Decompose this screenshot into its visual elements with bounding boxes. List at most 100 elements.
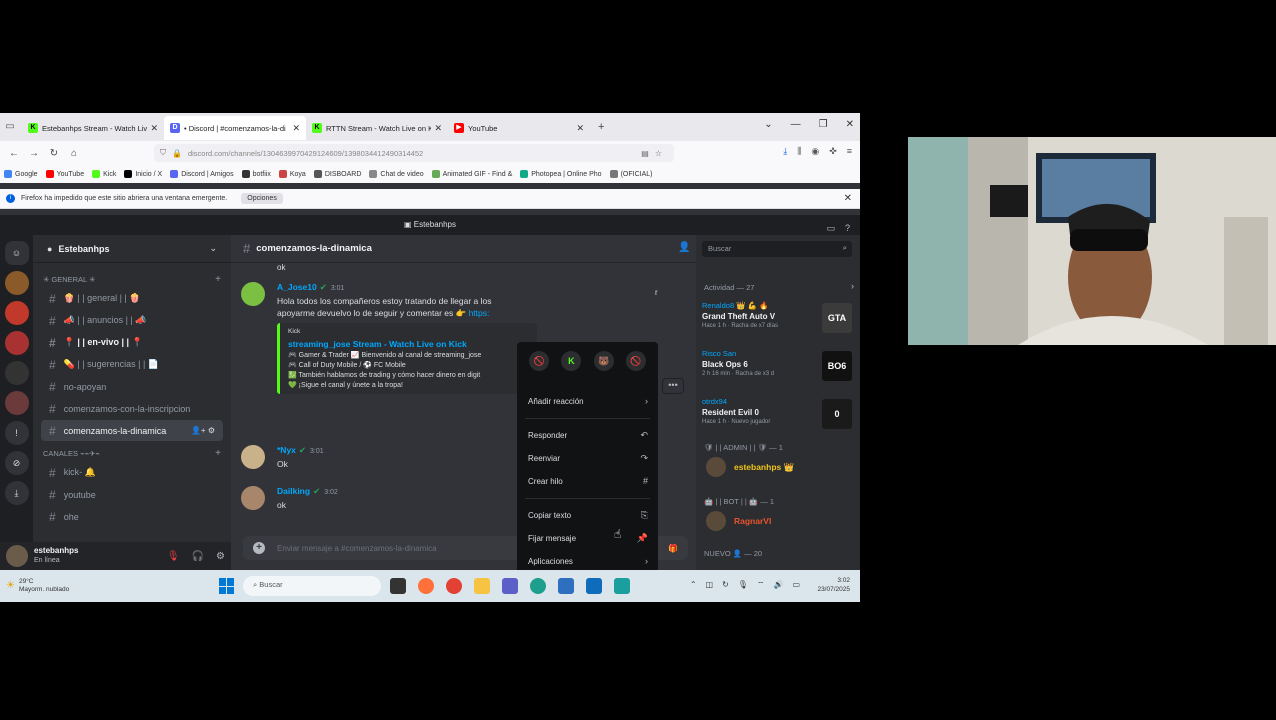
category-general[interactable]: ✳ GENERAL ✳ + [33, 271, 231, 287]
new-tab-button[interactable]: + [598, 121, 604, 133]
server-icon[interactable] [4, 301, 29, 325]
server-icon[interactable] [4, 361, 29, 385]
context-menu-item[interactable]: Copiar texto ⎘ [528, 510, 648, 521]
bookmark-item[interactable]: Chat de video [369, 170, 424, 178]
channel-item[interactable]: # ohe [41, 506, 223, 527]
calculator-icon[interactable] [614, 578, 630, 594]
bookmark-item[interactable]: Google [4, 170, 38, 178]
add-attachment-icon[interactable]: + [253, 542, 265, 554]
channel-item[interactable]: # youtube [41, 484, 223, 505]
search-input[interactable]: Buscar ⌕ [702, 241, 852, 257]
channel-item[interactable]: # 📍 | | en-vivo | | 📍 [41, 332, 223, 353]
bookmark-item[interactable]: Koya [278, 170, 306, 178]
server-icon[interactable] [4, 391, 29, 415]
message-author[interactable]: *Nyx [277, 445, 296, 455]
bookmark-item[interactable]: DISBOARD [313, 170, 361, 178]
message-author[interactable]: A_Jose10 [277, 282, 317, 292]
close-window-icon[interactable]: ✕ [846, 119, 854, 130]
volume-icon[interactable]: 🔊 [773, 580, 783, 590]
chevron-right-icon[interactable]: › [851, 281, 854, 291]
member-list-toggle-icon[interactable]: 👤 [678, 242, 690, 253]
add-server-icon[interactable]: ! [4, 421, 29, 445]
message-author[interactable]: Dailking [277, 486, 310, 496]
outlook-icon[interactable] [586, 578, 602, 594]
options-button[interactable]: Opciones [241, 193, 283, 204]
reader-icon[interactable]: ▤ [641, 149, 649, 158]
taskbar-clock[interactable]: 3:02 23/07/2025 [817, 576, 850, 594]
restore-icon[interactable]: ❐ [819, 119, 828, 130]
taskbar-search[interactable]: ⌕ Buscar [243, 576, 381, 596]
explore-icon[interactable]: ⊘ [4, 451, 29, 475]
firefox-icon[interactable] [418, 578, 434, 594]
chevron-up-icon[interactable]: ⌃ [690, 580, 697, 590]
tab-rttn-kick[interactable]: K RTTN Stream - Watch Live on K ✕ [306, 116, 448, 140]
battery-icon[interactable]: ▭ [792, 580, 800, 590]
add-channel-icon[interactable]: + [215, 448, 221, 459]
context-menu-item[interactable]: Reenviar ↷ [528, 453, 648, 464]
tab-list-icon[interactable]: ▭ [2, 119, 18, 135]
sync-icon[interactable]: ↻ [722, 580, 729, 590]
bookmark-item[interactable]: Inicio / X [124, 170, 162, 178]
library-icon[interactable]: ⫼ [797, 146, 801, 157]
minimize-icon[interactable]: — [791, 119, 801, 130]
context-menu-item[interactable]: Añadir reacción › [528, 396, 648, 406]
embed-title[interactable]: streaming_jose Stream - Watch Live on Ki… [288, 339, 529, 349]
member-item[interactable]: estebanhps 👑 [706, 457, 794, 477]
channel-item[interactable]: # comenzamos-la-dinamica 👤+ ⚙ [41, 420, 223, 441]
avatar[interactable] [6, 545, 28, 567]
bookmark-item[interactable]: Kick [92, 170, 116, 178]
close-icon[interactable]: ✕ [576, 123, 584, 134]
quick-reaction-button[interactable]: 🚫 [529, 351, 550, 371]
back-icon[interactable]: ← [4, 148, 24, 159]
tab-discord[interactable]: D • Discord | #comenzamos-la-di ✕ [164, 116, 306, 140]
channel-item[interactable]: # 📣 | | anuncios | | 📣 [41, 310, 223, 331]
context-menu-item[interactable]: Fijar mensaje 📌 [528, 533, 648, 544]
weather-widget[interactable]: ☀ 29°C Mayorm. nublado [6, 578, 69, 594]
bookmark-item[interactable]: (OFICIAL) [609, 170, 652, 178]
bookmark-item[interactable]: Discord | Amigos [170, 170, 234, 178]
file-explorer-icon[interactable] [474, 578, 490, 594]
teams-icon[interactable] [502, 578, 518, 594]
quick-reaction-button[interactable]: K [561, 351, 582, 371]
chrome-icon[interactable] [446, 578, 462, 594]
channel-item[interactable]: # comenzamos-con-la-inscripcion [41, 398, 223, 419]
add-channel-icon[interactable]: + [215, 274, 221, 285]
store-icon[interactable] [558, 578, 574, 594]
bookmark-star-icon[interactable]: ☆ [655, 149, 662, 158]
server-header[interactable]: ● Estebanhps ⌄ [33, 235, 231, 263]
tab-youtube[interactable]: ▶ YouTube ✕ [448, 116, 590, 140]
context-menu-item[interactable]: Crear hilo # [528, 476, 648, 486]
category-canales[interactable]: CANALES ⌁⌁✈⌁ + [33, 445, 231, 461]
account-icon[interactable]: ◉ [811, 146, 819, 157]
close-icon[interactable]: ✕ [292, 123, 300, 134]
task-view-icon[interactable] [390, 578, 406, 594]
tab-estebanhps-kick[interactable]: K Estebanhps Stream - Watch Live ✕ [22, 116, 164, 140]
channel-item[interactable]: # kick- 🔔 [41, 462, 223, 483]
reload-icon[interactable]: ↻ [44, 148, 64, 159]
headphones-icon[interactable]: 🎧 [192, 551, 204, 562]
gear-icon[interactable]: ⚙ [216, 551, 225, 562]
more-options-icon[interactable]: ••• [662, 378, 684, 394]
message-link[interactable]: https: [469, 308, 490, 318]
context-menu-item[interactable]: Responder ↶ [528, 430, 648, 441]
edge-icon[interactable] [530, 578, 546, 594]
start-button[interactable] [219, 578, 235, 594]
home-icon[interactable]: ⌂ [64, 148, 84, 159]
close-icon[interactable]: ✕ [434, 123, 442, 134]
chevron-down-icon[interactable]: ⌄ [764, 119, 772, 130]
bookmark-item[interactable]: YouTube [45, 170, 84, 178]
direct-messages-icon[interactable]: ☺ [4, 241, 29, 265]
avatar[interactable] [241, 445, 265, 469]
extensions-icon[interactable]: ✜ [829, 146, 837, 157]
network-icon[interactable]: ◫ [706, 580, 714, 590]
server-icon[interactable] [4, 331, 29, 355]
bookmark-item[interactable]: botfiix [241, 170, 271, 178]
quick-reaction-button[interactable]: 🚫 [625, 351, 646, 371]
forward-icon[interactable]: → [24, 148, 44, 159]
channel-item[interactable]: # 💊 | | sugerencias | | 📄 [41, 354, 223, 375]
activity-card[interactable]: otrdx94 Resident Evil 0 Hace 1 h · Nuevo j… [702, 397, 852, 437]
gift-icon[interactable]: 🎁 [668, 544, 678, 553]
activity-card[interactable]: Risco San Black Ops 62 h 16 min · Racha d… [702, 349, 852, 389]
channel-settings-icon[interactable]: 👤+ ⚙ [191, 426, 215, 435]
activity-card[interactable]: Renaldo8 👑 💪 🔥 Grand Theft Auto V Hace 1 h… [702, 301, 852, 341]
